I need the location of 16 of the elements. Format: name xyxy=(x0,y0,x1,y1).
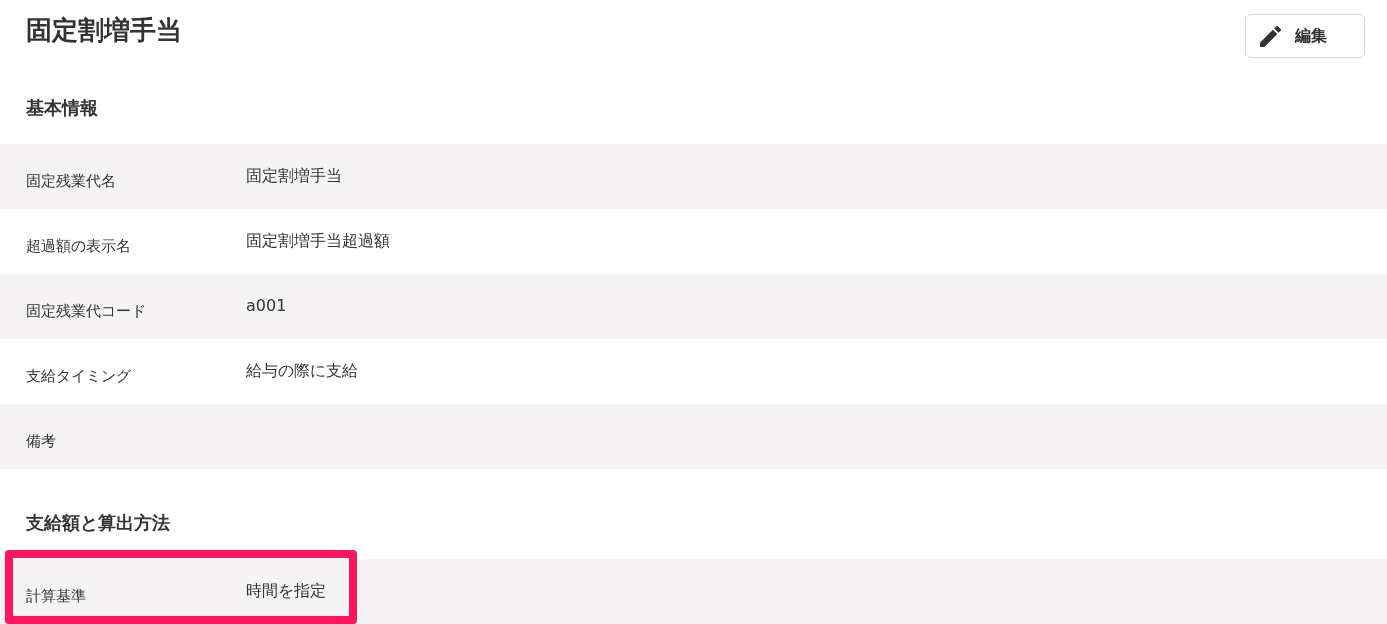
edit-button[interactable]: 編集 xyxy=(1245,14,1365,58)
field-value: a001 xyxy=(246,296,287,316)
page-title: 固定割増手当 xyxy=(26,14,182,46)
field-value: 固定割増手当超過額 xyxy=(246,231,390,251)
field-label: 支給タイミング xyxy=(26,367,131,385)
field-label: 備考 xyxy=(26,432,56,450)
pencil-icon xyxy=(1260,25,1281,47)
section-heading: 基本情報 xyxy=(26,96,98,120)
field-value: 給与の際に支給 xyxy=(246,361,358,381)
field-label: 固定残業代コード xyxy=(26,302,146,320)
field-value: 時間を指定 xyxy=(246,581,326,601)
section-heading: 支給額と算出方法 xyxy=(26,511,170,535)
field-label: 計算基準 xyxy=(26,587,86,605)
field-label: 超過額の表示名 xyxy=(26,237,131,255)
field-label: 固定残業代名 xyxy=(26,172,116,190)
field-value: 固定割増手当 xyxy=(246,166,342,186)
